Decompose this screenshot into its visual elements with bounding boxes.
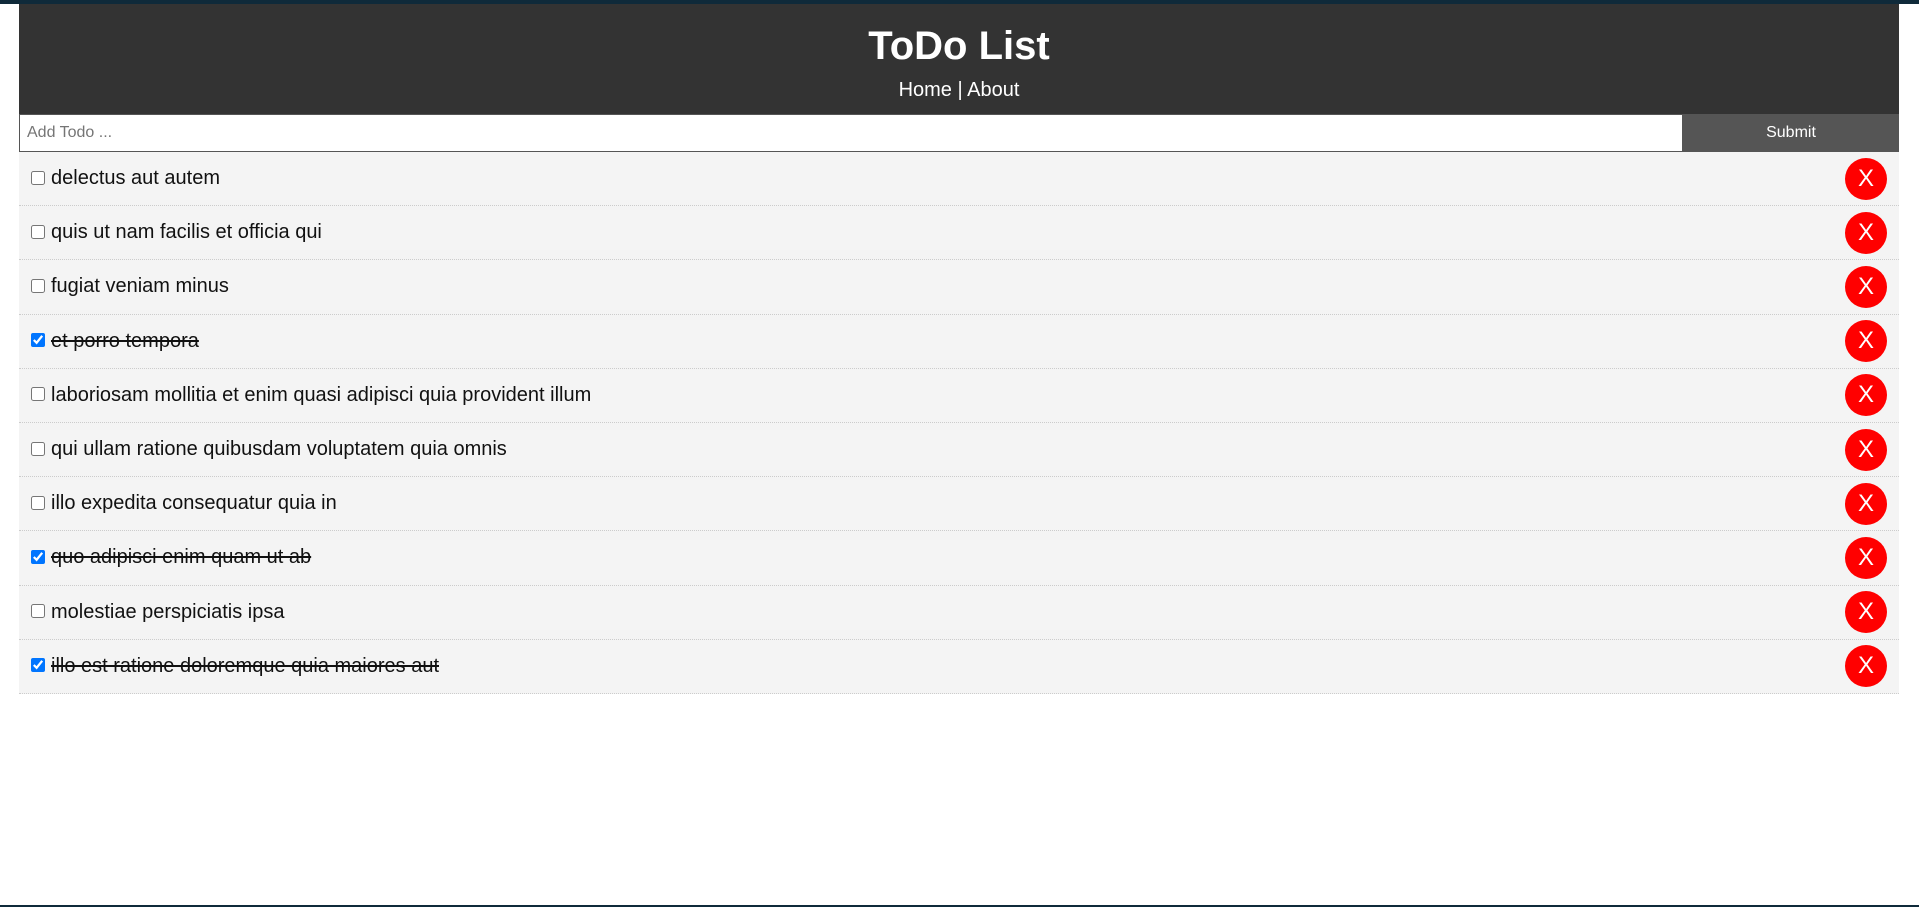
todo-item: molestiae perspiciatis ipsa X [19,585,1899,640]
todo-app: ToDo List Home | About Submit delectus a… [19,4,1899,694]
submit-button[interactable]: Submit [1683,114,1899,152]
todo-item: delectus aut autem X [19,152,1899,207]
todo-item: laboriosam mollitia et enim quasi adipis… [19,368,1899,423]
todo-item: fugiat veniam minus X [19,260,1899,315]
delete-todo-button[interactable]: X [1845,374,1887,417]
nav-separator: | [957,79,963,101]
add-todo-form: Submit [19,114,1899,152]
todo-title: fugiat veniam minus [51,275,229,298]
delete-todo-button[interactable]: X [1845,591,1887,634]
delete-todo-button[interactable]: X [1845,157,1887,200]
main-nav: Home | About [19,78,1899,102]
todo-item: illo expedita consequatur quia in X [19,477,1899,532]
todo-title: et porro tempora [51,329,199,352]
todo-title: molestiae perspiciatis ipsa [51,600,285,623]
delete-todo-button[interactable]: X [1845,536,1887,579]
delete-todo-button[interactable]: X [1845,428,1887,471]
todo-title: delectus aut autem [51,167,220,190]
delete-todo-button[interactable]: X [1845,645,1887,688]
todo-title: quis ut nam facilis et officia qui [51,221,322,244]
todo-complete-checkbox[interactable] [31,604,45,619]
todo-title: laboriosam mollitia et enim quasi adipis… [51,383,592,406]
todo-complete-checkbox[interactable] [31,549,45,564]
todo-complete-checkbox[interactable] [31,278,45,293]
page-title: ToDo List [868,24,1050,68]
todo-title: illo expedita consequatur quia in [51,492,337,515]
delete-todo-button[interactable]: X [1845,265,1887,308]
delete-todo-button[interactable]: X [1845,320,1887,363]
todo-item: et porro tempora X [19,314,1899,369]
todo-item: quis ut nam facilis et officia qui X [19,206,1899,261]
todo-title: illo est ratione doloremque quia maiores… [51,654,439,677]
todo-complete-checkbox[interactable] [31,333,45,348]
todo-complete-checkbox[interactable] [31,224,45,239]
todo-complete-checkbox[interactable] [31,495,45,510]
todo-list: delectus aut autem Xquis ut nam facilis e… [19,152,1899,694]
add-todo-input[interactable] [19,114,1683,152]
todo-item: illo est ratione doloremque quia maiores… [19,639,1899,694]
app-header: ToDo List Home | About [19,4,1899,114]
todo-complete-checkbox[interactable] [31,170,45,185]
delete-todo-button[interactable]: X [1845,482,1887,525]
todo-title: qui ullam ratione quibusdam voluptatem q… [51,438,507,461]
todo-item: quo adipisci enim quam ut ab X [19,531,1899,586]
todo-title: quo adipisci enim quam ut ab [51,546,312,569]
delete-todo-button[interactable]: X [1845,211,1887,254]
todo-item: qui ullam ratione quibusdam voluptatem q… [19,422,1899,478]
nav-link-home[interactable]: Home [899,79,952,101]
todo-complete-checkbox[interactable] [31,387,45,402]
nav-link-about[interactable]: About [967,79,1019,101]
todo-complete-checkbox[interactable] [31,441,45,456]
todo-complete-checkbox[interactable] [31,658,45,673]
